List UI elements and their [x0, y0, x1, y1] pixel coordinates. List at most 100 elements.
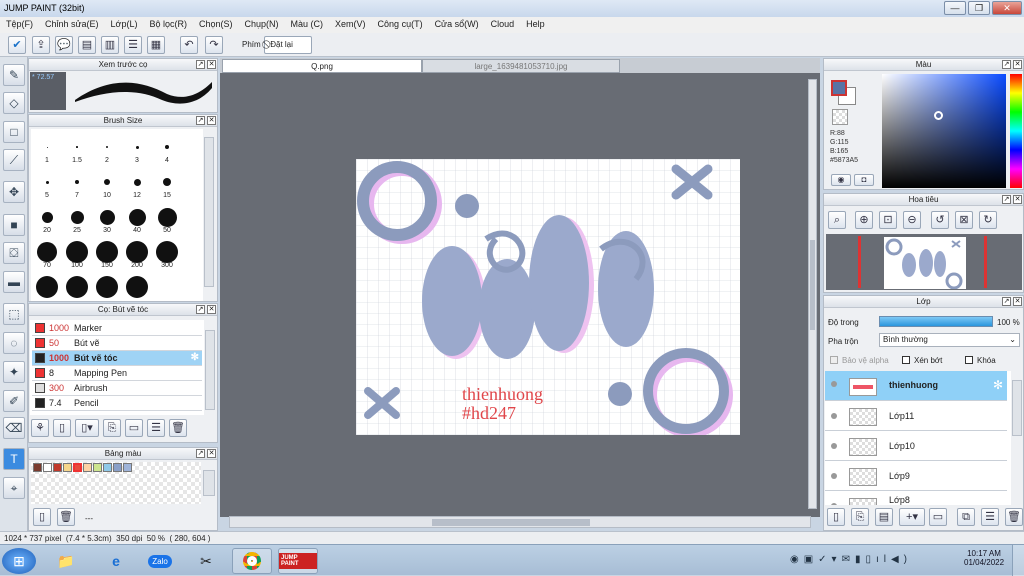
palette-swatch[interactable]: [93, 463, 102, 472]
brush-size-cell[interactable]: 100: [62, 236, 92, 270]
lasso-select-icon[interactable]: ◌: [3, 332, 25, 354]
palette-swatch[interactable]: [123, 463, 132, 472]
export-icon[interactable]: ⇪: [32, 36, 50, 54]
float-icon[interactable]: ↗: [1002, 60, 1011, 69]
copy-layer-icon[interactable]: ⎘: [851, 508, 869, 526]
menu-tools[interactable]: Công cụ(T): [378, 19, 423, 31]
undo-icon[interactable]: ↶: [180, 36, 198, 54]
select-eraser-icon[interactable]: ⌫: [3, 417, 25, 439]
chrome-icon[interactable]: [232, 548, 272, 574]
brush-row[interactable]: 1000 Marker: [32, 321, 202, 336]
brush-row[interactable]: 300 Airbrush: [32, 381, 202, 396]
brush-size-cell[interactable]: 15: [152, 166, 182, 200]
menu-layer[interactable]: Lớp(L): [111, 19, 138, 31]
trash-icon[interactable]: 🗑: [169, 419, 187, 437]
brush-size-cell[interactable]: 40: [122, 201, 152, 235]
close-icon[interactable]: ✕: [207, 60, 216, 69]
layer-row[interactable]: Lớp10: [825, 431, 1007, 461]
zoom-out-icon[interactable]: ⊖: [903, 211, 921, 229]
close-icon[interactable]: ✕: [1013, 297, 1022, 306]
add-layer-dropdown-icon[interactable]: +▾: [899, 508, 925, 526]
palette-swatch[interactable]: [33, 463, 42, 472]
brush-size-cell[interactable]: 3: [122, 131, 152, 165]
layer-row-selected[interactable]: thienhuong ✻: [825, 371, 1007, 401]
brush-size-cell[interactable]: 25: [62, 201, 92, 235]
brush-size-cell[interactable]: 70: [32, 236, 62, 270]
tray-icons[interactable]: ◉▣✓▾✉▮▯ıl◀): [790, 554, 912, 565]
artwork-canvas[interactable]: thienhuong #hd247: [356, 159, 740, 435]
brush-size-cell[interactable]: 200: [122, 236, 152, 270]
float-icon[interactable]: ↗: [1002, 195, 1011, 204]
brush-size-cell[interactable]: [32, 271, 62, 305]
menu-edit[interactable]: Chỉnh sửa(E): [45, 19, 99, 31]
visibility-icon[interactable]: [831, 381, 837, 387]
zalo-icon[interactable]: Zalo: [140, 548, 180, 574]
brush-size-cell[interactable]: 5: [32, 166, 62, 200]
hue-slider[interactable]: [1010, 74, 1022, 188]
check-icon[interactable]: ✔: [8, 36, 26, 54]
palette-swatch[interactable]: [43, 463, 52, 472]
settings-icon[interactable]: ✻: [191, 351, 199, 365]
explorer-icon[interactable]: 📁: [46, 548, 86, 574]
line-tool-icon[interactable]: ⟋: [3, 149, 25, 171]
brush-size-cell[interactable]: 30: [92, 201, 122, 235]
rect-select-icon[interactable]: ⬚: [3, 303, 25, 325]
brush-size-cell[interactable]: 12: [122, 166, 152, 200]
scrollbar[interactable]: [1012, 380, 1022, 436]
close-icon[interactable]: ✕: [207, 449, 216, 458]
gradient-tool-icon[interactable]: ▬: [3, 271, 25, 293]
menu-window[interactable]: Cửa sổ(W): [435, 19, 479, 31]
settings-icon[interactable]: ✻: [993, 378, 1003, 392]
brush-add-icon[interactable]: ⚘: [31, 419, 49, 437]
folder-icon[interactable]: ▭: [125, 419, 143, 437]
layer-row[interactable]: Lớp8: [825, 491, 1007, 505]
reset-view-icon[interactable]: ⊠: [955, 211, 973, 229]
settings-doc-icon[interactable]: ⎘: [103, 419, 121, 437]
comment-icon[interactable]: 💬: [55, 36, 73, 54]
trash-icon[interactable]: 🗑: [1005, 508, 1023, 526]
bucket-tool-icon[interactable]: ⛋: [3, 242, 25, 264]
brush-size-cell[interactable]: 2: [92, 131, 122, 165]
visibility-icon[interactable]: [831, 413, 837, 419]
layer-row[interactable]: Lớp9: [825, 461, 1007, 491]
visibility-icon[interactable]: [831, 443, 837, 449]
brush-size-cell[interactable]: 1: [32, 131, 62, 165]
brush-size-cell[interactable]: 20: [32, 201, 62, 235]
clock[interactable]: 10:17 AM 01/04/2022: [964, 549, 1004, 567]
brush-row[interactable]: 7.4 Pencil: [32, 396, 202, 411]
brush-size-cell[interactable]: 150: [92, 236, 122, 270]
brush-row-selected[interactable]: 1000 Bút vẽ tóc ✻: [32, 351, 202, 366]
horizontal-scrollbar[interactable]: [229, 516, 811, 528]
opacity-slider[interactable]: [879, 316, 993, 327]
float-icon[interactable]: ↗: [1002, 297, 1011, 306]
menu-view[interactable]: Xem(V): [335, 19, 366, 31]
vertical-scrollbar[interactable]: [808, 79, 817, 509]
brush-size-cell[interactable]: 300: [152, 236, 182, 270]
color-mode-icon[interactable]: ◉: [831, 174, 851, 186]
menu-filter[interactable]: Bộ lọc(R): [149, 19, 187, 31]
palette-swatch[interactable]: [113, 463, 122, 472]
snipping-icon[interactable]: ✂: [186, 548, 226, 574]
layer-row[interactable]: Lớp11: [825, 401, 1007, 431]
folder-icon[interactable]: ▭: [929, 508, 947, 526]
select-pen-icon[interactable]: ✐: [3, 390, 25, 412]
close-icon[interactable]: ✕: [207, 116, 216, 125]
brush-row[interactable]: 50 Bút vẽ: [32, 336, 202, 351]
blend-mode-select[interactable]: Bình thường ⌄: [879, 333, 1020, 347]
redo-icon[interactable]: ↷: [205, 36, 223, 54]
new-icon[interactable]: ▯: [53, 419, 71, 437]
menu-file[interactable]: Tệp(F): [6, 19, 33, 31]
fit-icon[interactable]: ⊡: [879, 211, 897, 229]
rect-tool-icon[interactable]: □: [3, 121, 25, 143]
clip-checkbox[interactable]: [902, 356, 910, 364]
merge-icon[interactable]: ⧉: [957, 508, 975, 526]
menu-cloud[interactable]: Cloud: [491, 19, 515, 31]
reset-button[interactable]: ⃠ Đặt lại: [264, 36, 312, 54]
trash-icon[interactable]: 🗑: [57, 508, 75, 526]
start-button[interactable]: ⊞: [2, 548, 36, 574]
menu-select[interactable]: Chọn(S): [199, 19, 233, 31]
menu-capture[interactable]: Chụp(N): [245, 19, 279, 31]
brush-size-cell[interactable]: 4: [152, 131, 182, 165]
brush-row[interactable]: 8 Mapping Pen: [32, 366, 202, 381]
float-icon[interactable]: ↗: [196, 449, 205, 458]
